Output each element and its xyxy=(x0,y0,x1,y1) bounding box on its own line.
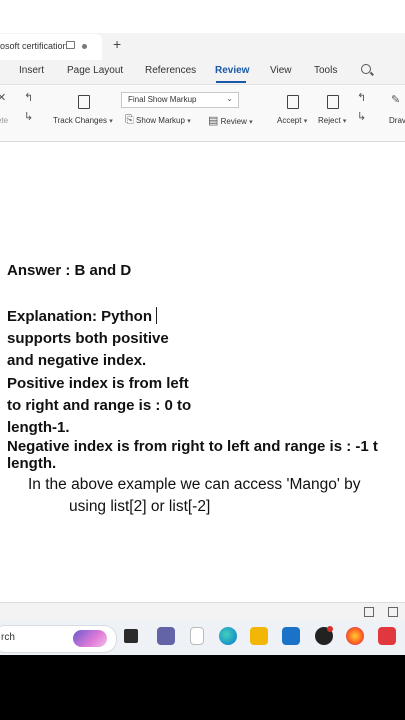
explanation-line-4: Positive index is from left xyxy=(7,375,189,392)
tab-close-dot-icon[interactable] xyxy=(82,44,87,49)
markup-view-value: Final Show Markup xyxy=(128,95,197,104)
search-highlight-icon xyxy=(73,630,107,647)
tab-review[interactable]: Review xyxy=(215,65,249,76)
teams-icon[interactable] xyxy=(157,627,175,645)
taskbar: rch xyxy=(0,620,405,655)
negative-index-line-2: length. xyxy=(7,455,57,472)
tab-page-layout[interactable]: Page Layout xyxy=(67,65,123,76)
active-tab-indicator xyxy=(216,81,246,83)
task-view-icon[interactable] xyxy=(124,629,138,643)
tab-view[interactable]: View xyxy=(270,65,292,76)
accept-button[interactable]: Accept ▾ xyxy=(277,116,307,125)
document-app-icon[interactable] xyxy=(190,627,204,645)
tab-tools[interactable]: Tools xyxy=(314,65,337,76)
example-line-1: In the above example we can access 'Mang… xyxy=(28,476,361,493)
taskbar-search-text: rch xyxy=(1,632,15,643)
chevron-down-icon: ⌄ xyxy=(226,94,233,103)
explanation-line-2: supports both positive xyxy=(7,330,169,347)
track-changes-icon xyxy=(78,95,90,109)
chevron-down-icon: ▾ xyxy=(303,118,308,125)
text-cursor xyxy=(156,307,158,324)
browser-tab-bar: osoft certification + xyxy=(0,33,405,60)
firefox-icon[interactable] xyxy=(346,627,364,645)
wps-office-icon[interactable] xyxy=(378,627,396,645)
file-explorer-icon[interactable] xyxy=(250,627,268,645)
explanation-line-1: Explanation: Python xyxy=(7,307,158,325)
review-pane-button[interactable]: ▤ Review ▾ xyxy=(208,114,253,127)
explanation-line-3: and negative index. xyxy=(7,352,147,369)
show-markup-icon: ⎘ xyxy=(125,114,134,126)
accept-icon xyxy=(287,95,299,109)
chevron-down-icon: ▾ xyxy=(249,119,253,126)
reject-label: Reject xyxy=(318,116,341,125)
previous-comment-icon[interactable]: ↰ xyxy=(24,91,33,104)
fullscreen-icon[interactable] xyxy=(388,607,398,617)
screen-share-icon xyxy=(66,41,75,49)
track-changes-label: Track Changes xyxy=(53,116,107,125)
chevron-down-icon: ▾ xyxy=(109,118,113,125)
delete-comment-icon[interactable]: ✕ xyxy=(0,91,6,104)
draw-icon: ✎ xyxy=(391,94,401,106)
document-page[interactable]: Answer : B and D Explanation: Python sup… xyxy=(0,142,405,602)
review-pane-label: Review xyxy=(220,117,247,126)
ribbon-tabs: Insert Page Layout References Review Vie… xyxy=(0,60,405,85)
next-comment-icon[interactable]: ↳ xyxy=(24,110,33,123)
store-icon[interactable] xyxy=(282,627,300,645)
chevron-down-icon: ▾ xyxy=(342,118,347,125)
explanation-text: Explanation: Python xyxy=(7,308,153,325)
track-changes-button[interactable]: Track Changes ▾ xyxy=(53,116,113,125)
reject-button[interactable]: Reject ▾ xyxy=(318,116,346,125)
explanation-line-5: to right and range is : 0 to xyxy=(7,397,192,414)
page-view-icon[interactable] xyxy=(364,607,374,617)
edge-icon[interactable] xyxy=(219,627,237,645)
review-pane-icon: ▤ xyxy=(208,115,219,127)
browser-tab[interactable]: osoft certification xyxy=(0,34,102,60)
search-icon[interactable] xyxy=(361,64,371,74)
show-markup-button[interactable]: ⎘ Show Markup ▾ xyxy=(125,114,191,127)
screen: osoft certification + Insert Page Layout… xyxy=(0,0,405,655)
next-change-icon[interactable]: ↳ xyxy=(357,110,366,123)
previous-change-icon[interactable]: ↰ xyxy=(357,91,366,104)
tab-references[interactable]: References xyxy=(145,65,196,76)
tab-insert[interactable]: Insert xyxy=(19,65,44,76)
reject-icon xyxy=(327,95,339,109)
draw-button[interactable]: Drav xyxy=(389,116,405,125)
chevron-down-icon: ▾ xyxy=(187,118,191,125)
markup-view-select[interactable]: Final Show Markup ⌄ xyxy=(121,92,239,108)
answer-line: Answer : B and D xyxy=(7,262,132,279)
browser-tab-title: osoft certification xyxy=(0,41,68,51)
accept-label: Accept xyxy=(277,116,302,125)
delete-button-label: ete xyxy=(0,116,9,125)
notification-badge xyxy=(327,626,333,632)
taskbar-search[interactable]: rch xyxy=(0,625,117,653)
negative-index-line-1: Negative index is from right to left and… xyxy=(7,438,378,455)
status-bar xyxy=(0,602,405,621)
show-markup-label: Show Markup xyxy=(136,116,185,125)
example-line-2: using list[2] or list[-2] xyxy=(69,498,211,515)
new-tab-button[interactable]: + xyxy=(113,36,121,52)
explanation-line-6: length-1. xyxy=(7,419,70,436)
review-toolbar: ✕ ↰ ↳ ete Track Changes ▾ Final Show Mar… xyxy=(0,85,405,142)
